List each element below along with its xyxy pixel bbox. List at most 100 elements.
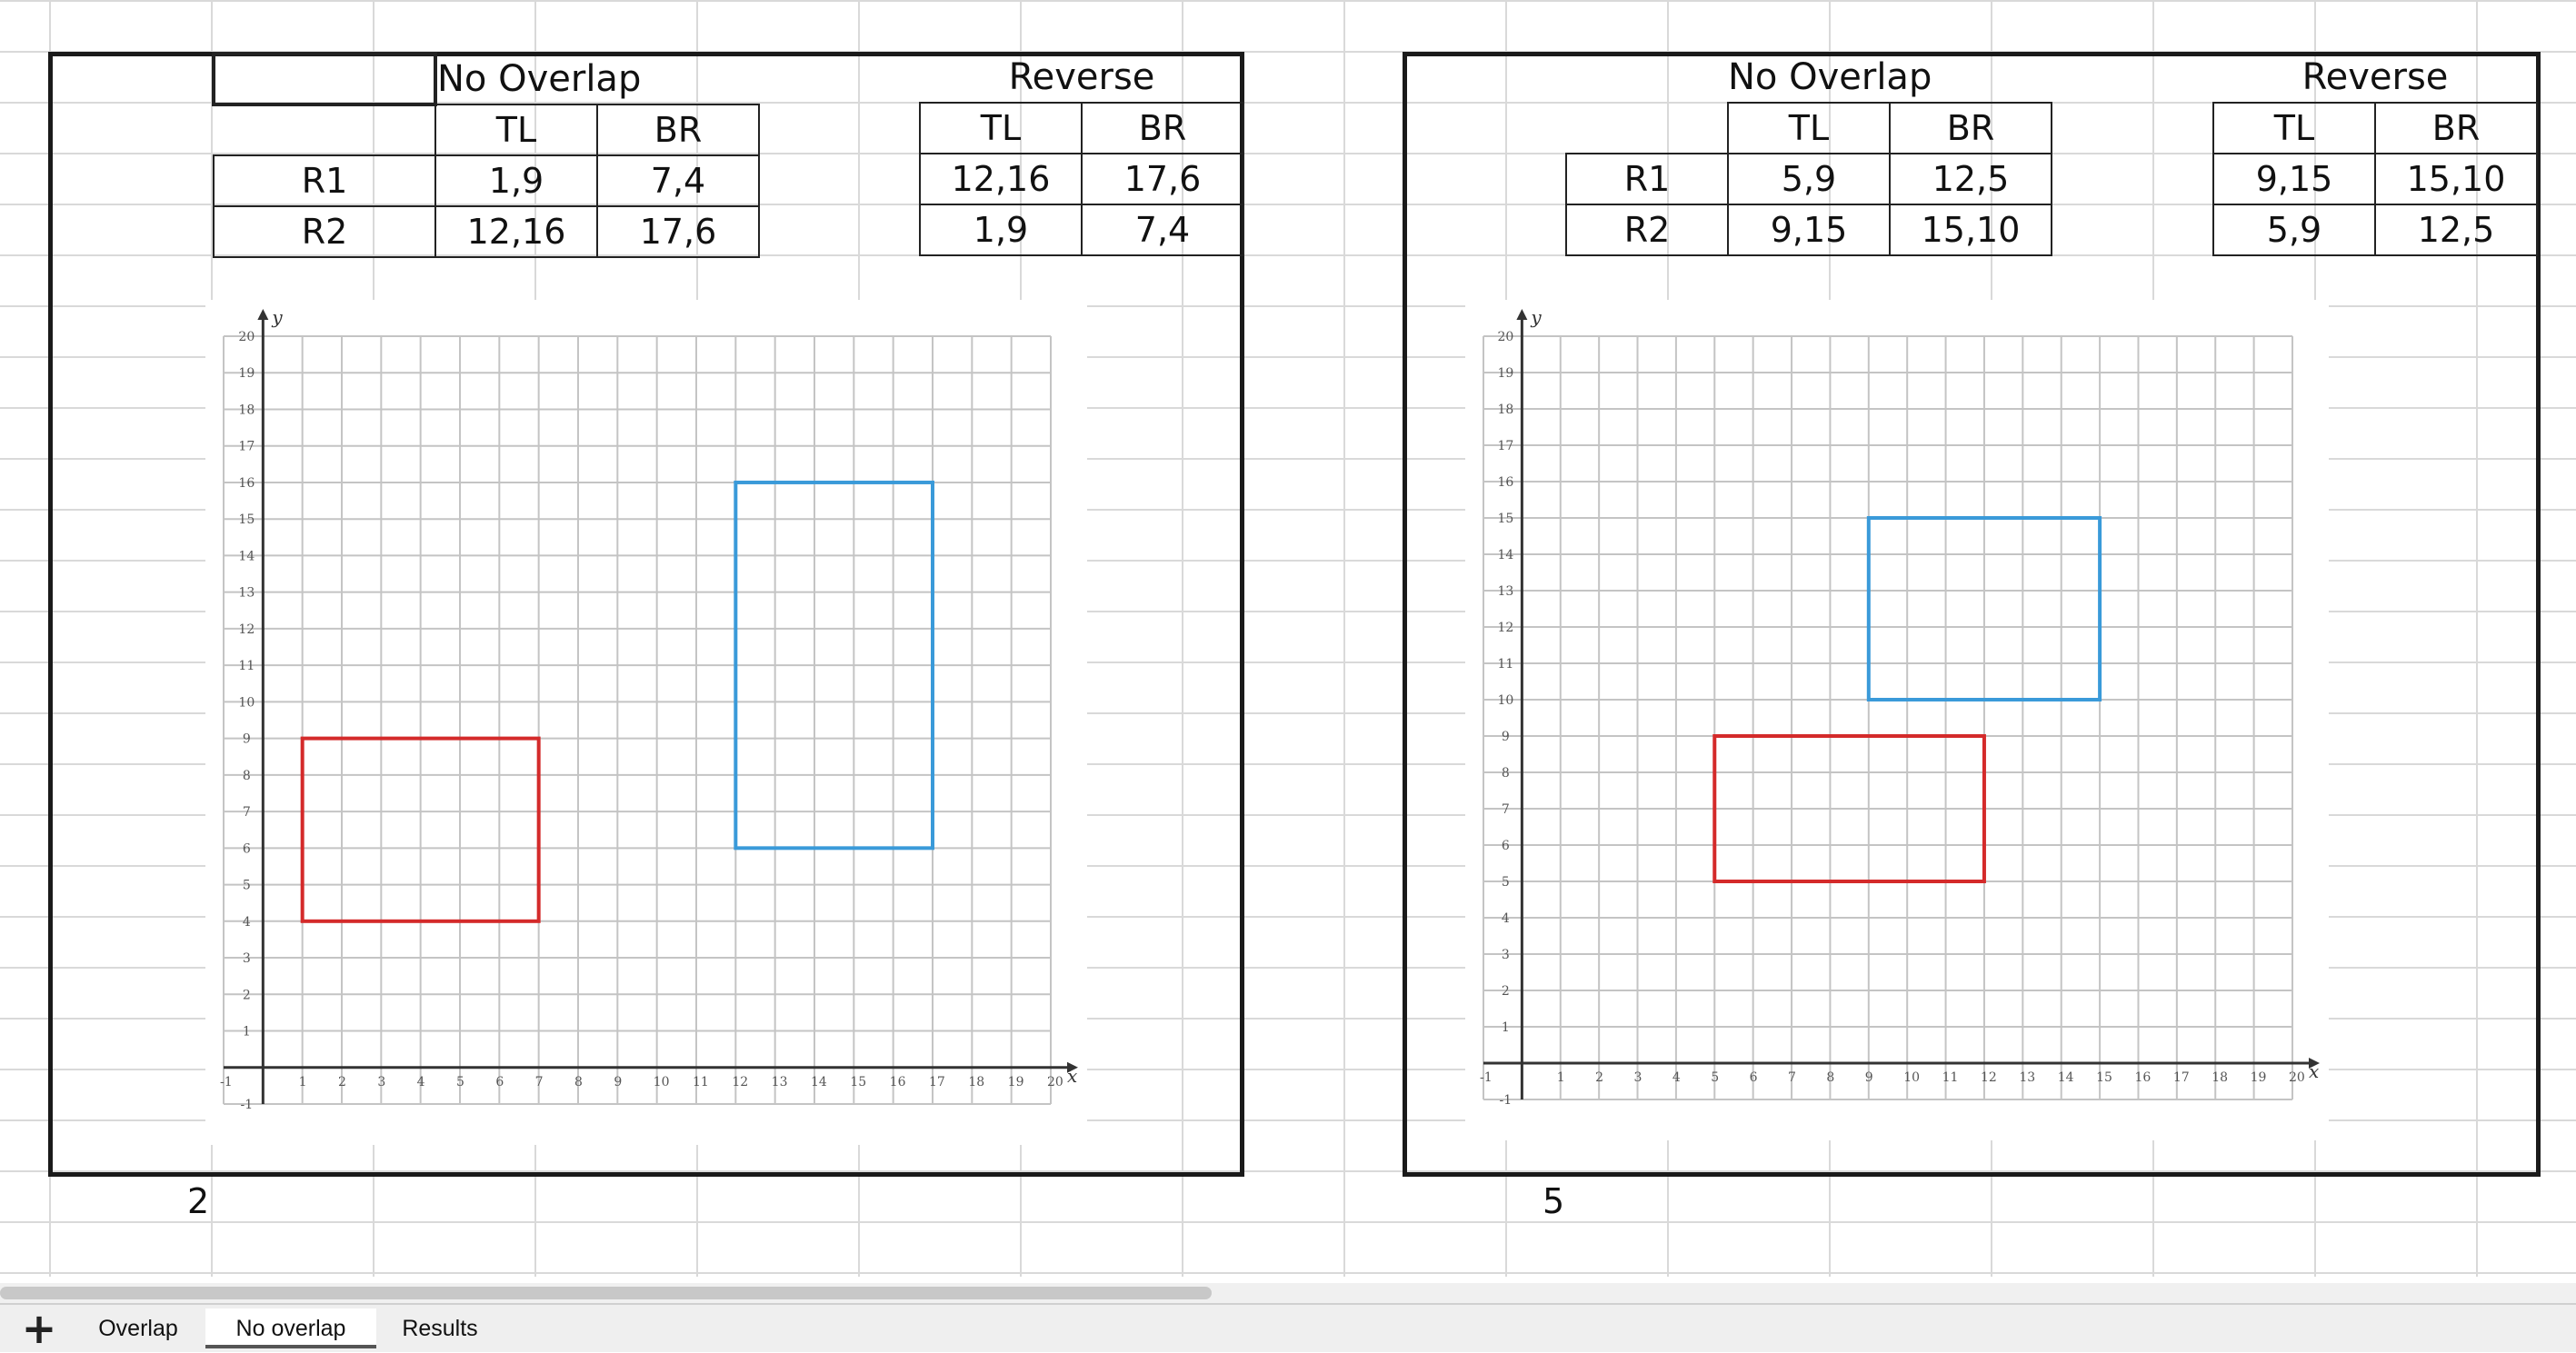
y-tick-label: 10 (238, 695, 255, 710)
y-tick-label: -1 (241, 1098, 254, 1112)
y-tick-label: 12 (238, 622, 255, 637)
y-tick-label: 6 (243, 841, 251, 856)
left-graph-svg: xy-1 1 2 3 4 5 6 7 8 9 10 11 12 13 14 15 16 17 18 19 20-1123… (220, 306, 1078, 1112)
x-tick-label: 14 (811, 1075, 827, 1089)
table-row: 12,16 17,6 (919, 153, 1244, 205)
x-tick-label: 1 (299, 1075, 307, 1089)
tl-value: 5,9 (2212, 204, 2376, 256)
tl-header: TL (434, 104, 598, 156)
x-tick-label: 14 (2058, 1070, 2074, 1085)
y-axis-arrow (1516, 309, 1528, 320)
y-tick-label: 17 (1497, 439, 1513, 453)
table-row: 5,9 12,5 (2212, 204, 2538, 256)
x-tick-label: 6 (1750, 1070, 1758, 1085)
right-graph-svg: xy-1 1 2 3 4 5 6 7 8 9 10 11 12 13 14 15 16 17 18 19 20-1123… (1480, 306, 2320, 1108)
y-tick-label: 14 (238, 549, 255, 563)
y-tick-label: 8 (243, 769, 251, 783)
x-tick-label: 20 (2289, 1070, 2305, 1085)
y-tick-label: 8 (1502, 766, 1510, 781)
reverse-header: Reverse (1008, 55, 1155, 98)
x-tick-label: 3 (377, 1075, 385, 1089)
tl-value: 12,16 (919, 153, 1083, 205)
x-tick-label: 7 (1788, 1070, 1796, 1085)
table-row: 1,9 7,4 (919, 204, 1244, 256)
x-tick-label: 13 (772, 1075, 788, 1089)
x-tick-label: 8 (1826, 1070, 1834, 1085)
y-tick-label: 11 (1497, 657, 1513, 672)
x-tick-label: 15 (2096, 1070, 2112, 1085)
x-tick-label: 19 (1008, 1075, 1024, 1089)
y-tick-label: 3 (243, 951, 251, 966)
tl-value: 1,9 (919, 204, 1083, 256)
y-tick-label: 11 (238, 659, 255, 673)
row-label: R2 (1565, 204, 1729, 256)
x-tick-label: 20 (1047, 1075, 1063, 1089)
br-value: 7,4 (596, 154, 760, 207)
right-coordinate-graph[interactable]: x y -1 1 2 3 4 5 6 7 8 9 10 11 12 13 14 15 16 17 18 19 20 -1 1 2 3… (1465, 300, 2329, 1140)
table-row: R1 1,9 7,4 (213, 154, 760, 207)
br-value: 12,5 (2374, 204, 2538, 256)
y-tick-label: 7 (1502, 802, 1510, 817)
y-axis-label: y (271, 306, 283, 328)
tl-value: 9,15 (1727, 204, 1891, 256)
y-tick-label: 16 (1497, 475, 1513, 490)
y-tick-label: 15 (1497, 512, 1513, 526)
x-tick-label: 9 (1865, 1070, 1873, 1085)
tl-header: TL (1727, 102, 1891, 154)
y-tick-label: 13 (238, 586, 255, 601)
y-tick-label: 5 (243, 879, 251, 893)
y-tick-label: 12 (1497, 621, 1513, 635)
tl-header: TL (919, 102, 1083, 154)
example-number: 5 (1543, 1181, 1565, 1221)
x-tick-label: 1 (1557, 1070, 1565, 1085)
selected-cell[interactable] (212, 52, 437, 106)
y-tick-label: 17 (238, 440, 255, 454)
tab-overlap[interactable]: Overlap (75, 1308, 202, 1348)
br-value: 15,10 (2374, 153, 2538, 205)
tab-results[interactable]: Results (382, 1308, 498, 1348)
y-tick-label: 15 (238, 512, 255, 527)
left-coordinate-graph[interactable]: x y -1 1 2 3 4 5 6 7 8 9 10 11 12 13 14 15 16 17 18 19 20 -1 1 2 3… (205, 300, 1087, 1145)
y-tick-label: 2 (243, 988, 251, 1002)
table-row: R2 12,16 17,6 (213, 205, 760, 258)
tl-value: 5,9 (1727, 153, 1891, 205)
x-tick-label: 12 (732, 1075, 748, 1089)
sheet-tab-bar: + Overlap No overlap Results (0, 1303, 2576, 1352)
br-header: BR (596, 104, 760, 156)
tl-value: 9,15 (2212, 153, 2376, 205)
reverse-header: Reverse (2301, 55, 2449, 98)
table-row: R1 5,9 12,5 (1565, 153, 2052, 205)
br-header: BR (1889, 102, 2052, 154)
y-tick-label: 7 (243, 805, 251, 820)
y-tick-label: 20 (238, 330, 255, 344)
x-tick-label: 9 (614, 1075, 622, 1089)
x-tick-label: 3 (1634, 1070, 1642, 1085)
y-tick-label: -1 (1500, 1093, 1513, 1108)
horizontal-scrollbar[interactable] (0, 1283, 2576, 1303)
x-tick-label: 8 (574, 1075, 583, 1089)
tl-header: TL (2212, 102, 2376, 154)
y-tick-label: 18 (1497, 403, 1513, 417)
x-tick-label: 13 (2019, 1070, 2035, 1085)
y-tick-label: 10 (1497, 693, 1513, 708)
tab-no-overlap[interactable]: No overlap (205, 1308, 376, 1348)
x-tick-label: 4 (417, 1075, 425, 1089)
y-tick-label: 9 (1502, 730, 1510, 744)
y-tick-label: 13 (1497, 584, 1513, 599)
row-label: R1 (1565, 153, 1729, 205)
add-sheet-button[interactable]: + (16, 1308, 62, 1349)
x-tick-label: 2 (1595, 1070, 1603, 1085)
tl-value: 12,16 (434, 205, 598, 258)
br-header: BR (1081, 102, 1244, 154)
scrollbar-thumb[interactable] (0, 1287, 1212, 1299)
y-tick-label: 18 (238, 403, 255, 417)
y-tick-label: 4 (1502, 911, 1510, 926)
x-tick-label: 19 (2251, 1070, 2267, 1085)
x-axis-label: x (1067, 1065, 1077, 1087)
x-tick-label: 18 (2212, 1070, 2228, 1085)
y-tick-label: 1 (1502, 1020, 1510, 1035)
x-tick-label: 7 (535, 1075, 544, 1089)
x-tick-label: 17 (2173, 1070, 2190, 1085)
y-tick-label: 14 (1497, 548, 1513, 562)
y-tick-label: 20 (1497, 330, 1513, 344)
